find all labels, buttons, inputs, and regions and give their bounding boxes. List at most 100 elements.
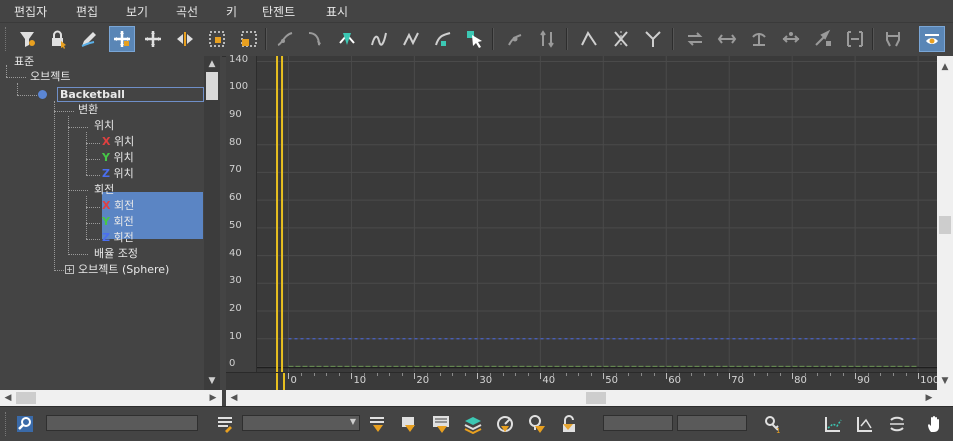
- tree-z-position[interactable]: Z 위치: [102, 166, 134, 181]
- show-keyable-icon[interactable]: [919, 26, 945, 52]
- show-selected-key-icon[interactable]: [364, 411, 390, 437]
- scroll-right-icon[interactable]: ▶: [922, 391, 936, 405]
- curve-graph-canvas[interactable]: [226, 56, 937, 372]
- lock-selection-icon[interactable]: [45, 26, 71, 52]
- tree-transform[interactable]: 변환: [76, 102, 100, 117]
- pencil-icon[interactable]: [76, 26, 102, 52]
- show-tangents-icon[interactable]: [682, 26, 708, 52]
- slide-keys-icon[interactable]: [172, 26, 198, 52]
- tree-position[interactable]: 위치: [92, 118, 116, 133]
- frame-field[interactable]: [603, 415, 673, 431]
- track-name-field[interactable]: [46, 415, 198, 431]
- zoom-selected-icon[interactable]: [12, 411, 38, 437]
- draw-curves-icon[interactable]: [302, 26, 328, 52]
- graph-hscrollbar[interactable]: ◀ ▶: [226, 390, 953, 406]
- graph-vscrollbar[interactable]: ▲ ▼: [937, 56, 953, 390]
- tree-z-rotation[interactable]: Z 회전: [102, 230, 134, 245]
- tree-scale[interactable]: 배율 조정: [92, 246, 140, 261]
- add-keys-icon[interactable]: [272, 26, 298, 52]
- object-dot-icon: [38, 90, 47, 99]
- tree-scroll-thumb[interactable]: [206, 72, 218, 100]
- tree-root-standard[interactable]: 표준: [12, 54, 36, 69]
- tree-rotation[interactable]: 회전: [92, 182, 116, 197]
- toolbar-grip[interactable]: [5, 412, 9, 436]
- frame-horizontal-icon[interactable]: [746, 26, 772, 52]
- toolbar-divider: [265, 28, 267, 50]
- scroll-down-icon[interactable]: ▼: [938, 374, 952, 388]
- x-tick-label: 10: [353, 375, 367, 386]
- reduce-keys-icon[interactable]: [334, 26, 360, 52]
- zoom-region-icon[interactable]: [810, 26, 836, 52]
- tree-y-position[interactable]: Y 위치: [102, 150, 134, 165]
- controller-tree[interactable]: 표준 오브젝트 Backetball 변환 위치 X 위치 Y 위치 Z 위치 …: [0, 54, 222, 390]
- x-minor-tick: [489, 373, 491, 376]
- tree-x-rotation[interactable]: X 회전: [102, 198, 134, 213]
- tree-x-position[interactable]: X 위치: [102, 134, 134, 149]
- tree-object-basketball[interactable]: Backetball: [57, 87, 204, 102]
- tree-label: 오브젝트: [30, 70, 71, 83]
- scroll-down-icon[interactable]: ▼: [205, 374, 219, 388]
- menu-editor[interactable]: 편집자: [14, 3, 47, 20]
- scroll-left-icon[interactable]: ◀: [227, 391, 241, 405]
- scale-values-icon[interactable]: [236, 26, 262, 52]
- zoom-extents-icon[interactable]: [852, 411, 878, 437]
- key-mode-icon[interactable]: 1: [760, 411, 786, 437]
- scale-keys-icon[interactable]: [204, 26, 230, 52]
- move-keys-dropdown-icon[interactable]: [140, 26, 166, 52]
- scroll-left-icon[interactable]: ◀: [1, 391, 15, 405]
- menu-tangents[interactable]: 탄젠트: [262, 3, 295, 20]
- show-curves-icon[interactable]: [428, 411, 454, 437]
- selection-set-dropdown[interactable]: ▼: [242, 415, 360, 431]
- filter-name-icon[interactable]: [212, 411, 238, 437]
- x-tick-mark: [792, 373, 794, 379]
- tree-sphere-object[interactable]: 오브젝트 (Sphere): [76, 262, 171, 277]
- multiplier-curve-icon[interactable]: [640, 26, 666, 52]
- parameter-curve-icon[interactable]: [576, 26, 602, 52]
- value-field[interactable]: [677, 415, 747, 431]
- menu-curves[interactable]: 곡선: [176, 3, 198, 20]
- toolbar-grip[interactable]: [5, 27, 9, 51]
- graph-vscroll-thumb[interactable]: [939, 216, 951, 234]
- isolate-icon[interactable]: [492, 411, 518, 437]
- zoom-values-icon[interactable]: [842, 26, 868, 52]
- ease-curve-icon[interactable]: [608, 26, 634, 52]
- scroll-up-icon[interactable]: ▲: [205, 57, 219, 71]
- isolate-curve-icon[interactable]: [714, 26, 740, 52]
- tree-objects[interactable]: 오브젝트: [28, 69, 72, 84]
- scroll-right-icon[interactable]: ▶: [206, 391, 220, 405]
- time-ruler[interactable]: 0 10 20 30 40 50 60 70 80 90 100: [226, 372, 939, 391]
- key-stats-icon[interactable]: [534, 26, 560, 52]
- lock-tangents-icon[interactable]: [502, 26, 528, 52]
- tree-line: [86, 223, 100, 224]
- cursor-tangent-icon[interactable]: [462, 26, 488, 52]
- keyframe-icon[interactable]: [524, 411, 550, 437]
- graph-hscroll-thumb[interactable]: [586, 392, 606, 404]
- lock-keys-icon[interactable]: [460, 411, 486, 437]
- track-select-icon[interactable]: [556, 411, 582, 437]
- frame-all-icon[interactable]: [820, 411, 846, 437]
- show-all-tangents-icon[interactable]: [396, 411, 422, 437]
- menu-view[interactable]: 보기: [126, 3, 148, 20]
- tree-hscrollbar[interactable]: ◀ ▶: [0, 390, 222, 406]
- tree-hscroll-thumb[interactable]: [16, 392, 36, 404]
- x-tick-mark: [288, 373, 290, 379]
- x-minor-tick: [641, 373, 643, 376]
- auto-tangent-icon[interactable]: [366, 26, 392, 52]
- scroll-up-icon[interactable]: ▲: [938, 60, 952, 74]
- curve-graph[interactable]: 140 100 90 80 70 60 50 40 30 20 10 0: [226, 54, 937, 372]
- x-minor-tick: [653, 373, 655, 376]
- frame-values-icon[interactable]: [778, 26, 804, 52]
- menu-display[interactable]: 표시: [326, 3, 348, 20]
- menu-keys[interactable]: 키: [226, 3, 237, 20]
- tree-scrollbar[interactable]: ▲ ▼: [204, 56, 220, 390]
- view-dropdown-icon[interactable]: [880, 26, 906, 52]
- spline-tangent-icon[interactable]: [398, 26, 424, 52]
- zoom-horizontal-icon[interactable]: [884, 411, 910, 437]
- timeline-slider-marker[interactable]: [276, 373, 286, 391]
- fast-tangent-icon[interactable]: [430, 26, 456, 52]
- filter-icon[interactable]: [14, 26, 40, 52]
- tree-y-rotation[interactable]: Y 회전: [102, 214, 134, 229]
- pan-hand-icon[interactable]: [922, 411, 948, 437]
- move-keys-icon[interactable]: [109, 26, 135, 52]
- menu-edit[interactable]: 편집: [76, 3, 98, 20]
